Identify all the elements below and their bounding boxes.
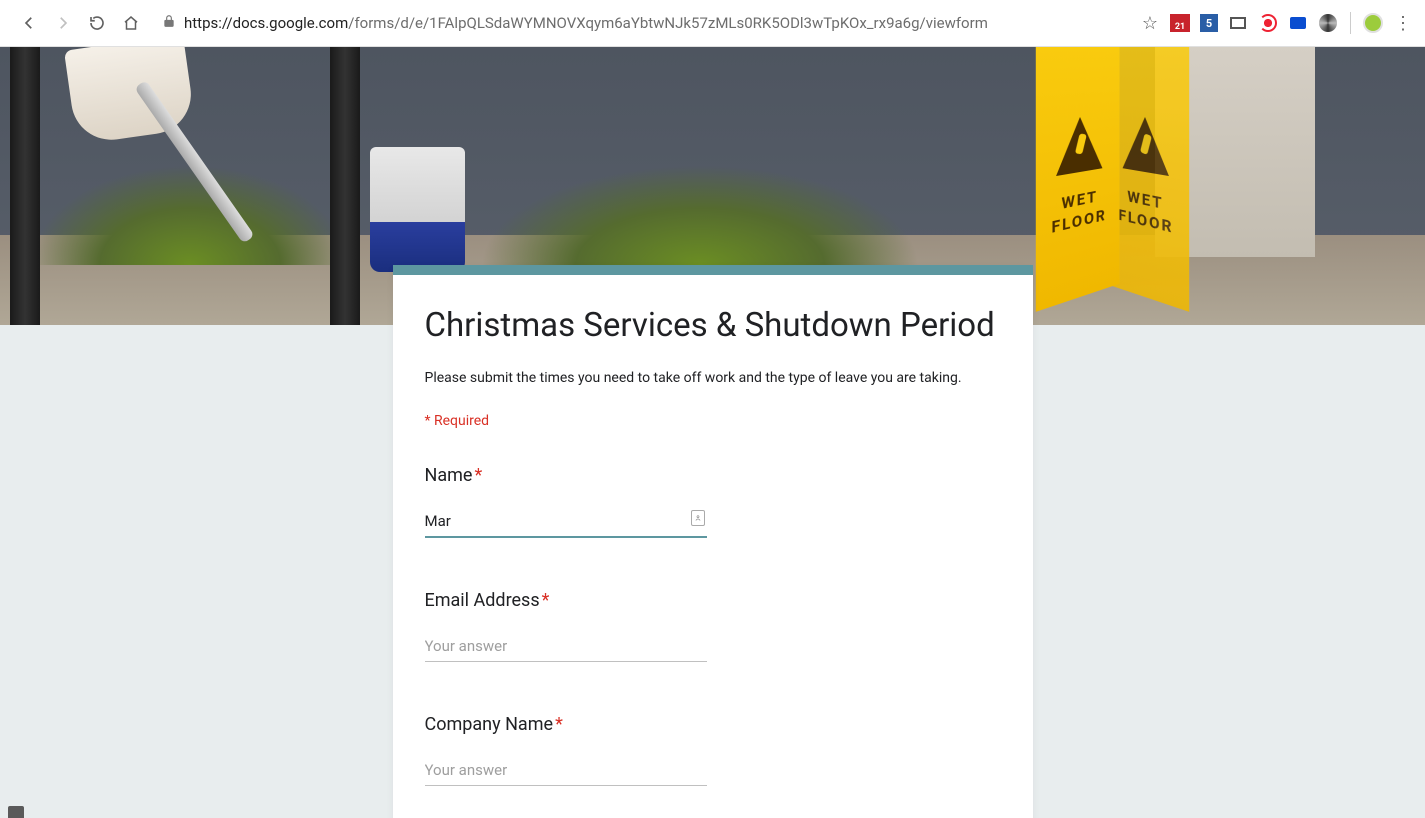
page-viewport: WETFLOOR WETFLOOR Christmas Services & S…	[0, 47, 1425, 818]
bookmark-star-icon[interactable]: ☆	[1140, 13, 1160, 33]
extension-icons: ☆ 21 5 ⋮	[1140, 12, 1417, 34]
question-label: Company Name*	[425, 714, 1001, 735]
home-button[interactable]	[116, 8, 146, 38]
swoosh-extension-icon[interactable]	[1258, 13, 1278, 33]
browser-menu-icon[interactable]: ⋮	[1393, 13, 1413, 33]
form-accent-bar	[393, 265, 1033, 275]
calendar-extension-icon[interactable]: 21	[1170, 14, 1190, 32]
required-label: * Required	[425, 413, 1001, 429]
browser-toolbar: https://docs.google.com/forms/d/e/1FAlpQ…	[0, 0, 1425, 47]
question-label: Email Address*	[425, 590, 1001, 611]
blue-extension-icon[interactable]	[1288, 13, 1308, 33]
email-input[interactable]	[425, 633, 707, 662]
status-badge	[8, 806, 24, 818]
form-title: Christmas Services & Shutdown Period	[425, 305, 1001, 348]
spiral-extension-icon[interactable]	[1318, 13, 1338, 33]
company-input[interactable]	[425, 757, 707, 786]
name-input[interactable]	[425, 508, 707, 538]
divider	[1350, 12, 1351, 34]
back-button[interactable]	[14, 8, 44, 38]
lock-icon	[162, 14, 176, 32]
question-email: Email Address*	[425, 590, 1001, 662]
url-text: https://docs.google.com/forms/d/e/1FAlpQ…	[184, 14, 988, 32]
address-bar[interactable]: https://docs.google.com/forms/d/e/1FAlpQ…	[152, 8, 1134, 38]
forward-button[interactable]	[48, 8, 78, 38]
question-name: Name*	[425, 465, 1001, 538]
profile-avatar-icon[interactable]	[1363, 13, 1383, 33]
question-label: Name*	[425, 465, 1001, 486]
contact-autofill-icon[interactable]	[691, 510, 705, 526]
reload-button[interactable]	[82, 8, 112, 38]
extension-badge-5[interactable]: 5	[1200, 14, 1218, 32]
fullscreen-extension-icon[interactable]	[1228, 13, 1248, 33]
question-company: Company Name*	[425, 714, 1001, 786]
form-description: Please submit the times you need to take…	[425, 368, 1001, 389]
form-card: Christmas Services & Shutdown Period Ple…	[393, 265, 1033, 818]
